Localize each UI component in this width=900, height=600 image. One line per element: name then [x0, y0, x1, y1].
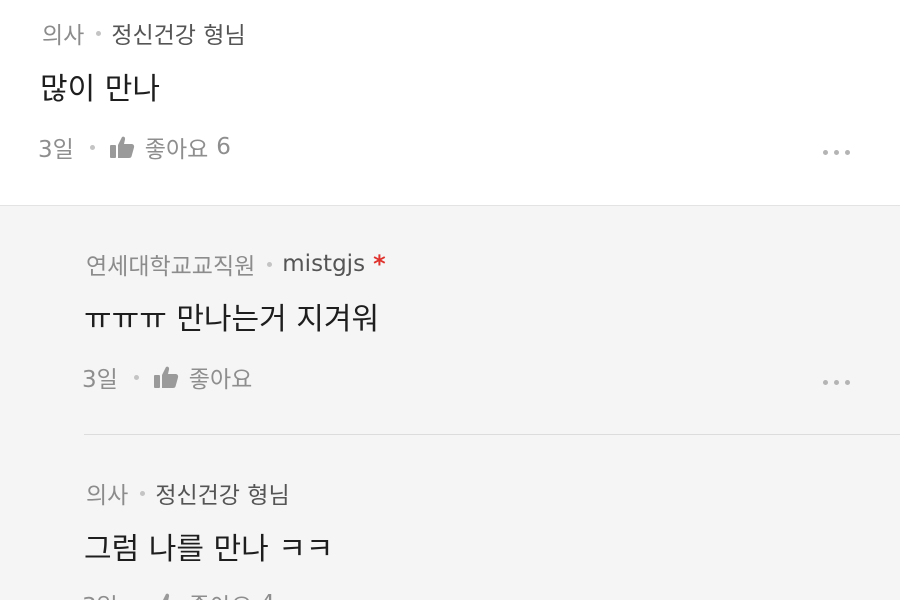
more-dot [823, 380, 828, 385]
like-count: 4 [260, 591, 275, 600]
like-label: 좋아요 [144, 137, 209, 163]
more-dot [823, 150, 828, 155]
like-button[interactable]: 좋아요 4 [153, 587, 275, 600]
like-label: 좋아요 [188, 367, 253, 393]
more-dot [845, 380, 850, 385]
thumbs-up-icon [153, 366, 178, 388]
more-dot [845, 150, 850, 155]
author-nickname[interactable]: 정신건강 형님 [155, 476, 289, 510]
author-org: 연세대학교교직원 [86, 254, 256, 280]
author-org: 의사 [86, 483, 129, 509]
more-options-icon[interactable] [823, 380, 850, 385]
comment-text: 많이 만나 [40, 72, 160, 107]
comment-thread: 의사 정신건강 형님 많이 만나 3일 좋아요 6 연세대학교교직원 mistg… [0, 0, 900, 600]
reply-footer: 3일 좋아요 4 [82, 587, 275, 600]
separator-dot [140, 490, 146, 496]
like-button[interactable]: 좋아요 [153, 360, 252, 394]
more-dot [834, 150, 839, 155]
comment-date: 3일 [38, 137, 74, 163]
separator-dot [267, 261, 273, 267]
reply-meta: 의사 정신건강 형님 [86, 476, 290, 510]
separator-dot [133, 374, 139, 380]
reply-meta: 연세대학교교직원 mistgjs * [86, 247, 386, 281]
more-dot [834, 380, 839, 385]
thumbs-up-icon [162, 593, 169, 600]
comment-meta: 의사 정신건강 형님 [42, 16, 246, 50]
like-count: 6 [216, 134, 231, 160]
author-nickname[interactable]: mistgjs [282, 251, 365, 277]
comment-footer: 3일 좋아요 6 [38, 130, 231, 164]
thumbs-up-icon [109, 136, 134, 158]
author-org: 의사 [42, 23, 85, 49]
separator-dot [89, 144, 95, 150]
author-nickname[interactable]: 정신건강 형님 [111, 16, 245, 50]
more-options-icon[interactable] [823, 150, 850, 155]
like-label: 좋아요 [189, 587, 252, 600]
author-badge: * [373, 250, 386, 278]
reply-text: 그럼 나를 만나 ㅋㅋ [84, 532, 334, 567]
like-button[interactable]: 좋아요 6 [109, 130, 231, 164]
separator-dot [96, 30, 102, 36]
reply-divider [84, 434, 900, 435]
reply-footer: 3일 좋아요 [82, 360, 252, 394]
comment-date: 3일 [82, 587, 118, 600]
comment-date: 3일 [82, 367, 118, 393]
reply-text: ㅠㅠㅠ 만나는거 지겨워 [84, 302, 380, 337]
